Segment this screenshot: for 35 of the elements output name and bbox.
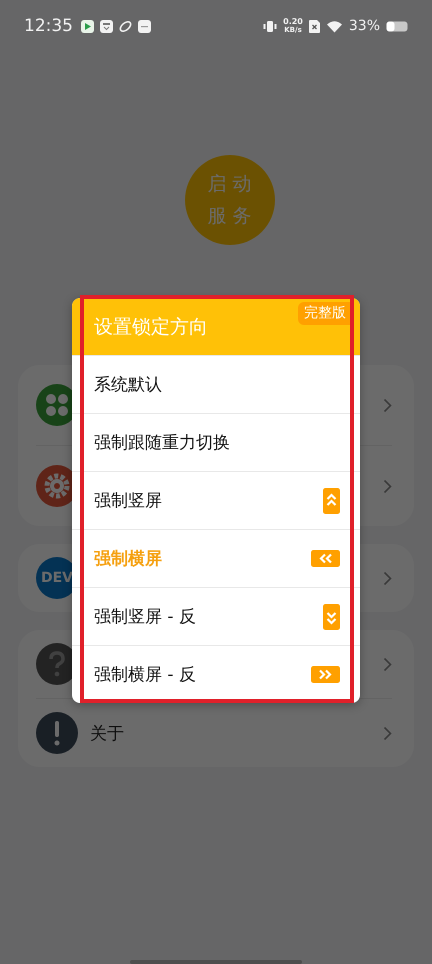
option-label: 系统默认 bbox=[94, 374, 162, 396]
chevron-icon bbox=[383, 398, 392, 412]
app-icon bbox=[81, 20, 94, 32]
battery-level: 33% bbox=[348, 18, 380, 34]
sim-icon bbox=[308, 20, 320, 32]
option-label: 强制横屏 - 反 bbox=[94, 664, 196, 686]
arrow-up-icon bbox=[323, 488, 340, 514]
clock: 12:35 bbox=[24, 16, 73, 36]
option-label: 强制竖屏 - 反 bbox=[94, 606, 196, 628]
network-speed: 0.20 bbox=[283, 18, 303, 26]
option-row[interactable]: 强制竖屏 - 反 bbox=[72, 587, 360, 645]
option-label: 强制跟随重力切换 bbox=[94, 432, 230, 454]
option-row[interactable]: 系统默认 bbox=[72, 355, 360, 413]
menu-item[interactable]: 关于 bbox=[90, 722, 124, 744]
arrow-right-icon bbox=[311, 666, 340, 683]
app-icon bbox=[138, 20, 151, 32]
vibrate-icon bbox=[263, 20, 278, 32]
option-row[interactable]: 强制跟随重力切换 bbox=[72, 413, 360, 471]
version-badge: 完整版 bbox=[298, 302, 350, 325]
battery-icon bbox=[386, 20, 408, 32]
option-label: 强制竖屏 bbox=[94, 490, 162, 512]
dialog-title: 设置锁定方向 bbox=[94, 314, 208, 340]
option-label: 强制横屏 bbox=[94, 548, 162, 570]
arrow-left-icon bbox=[311, 550, 340, 567]
arrow-down-icon bbox=[323, 604, 340, 630]
option-row[interactable]: 强制横屏 - 反 bbox=[72, 645, 360, 703]
chevron-icon bbox=[383, 478, 392, 494]
chevron-icon bbox=[383, 570, 392, 586]
leaf-icon bbox=[119, 20, 132, 32]
chevron-icon bbox=[383, 656, 392, 672]
option-row[interactable]: 强制竖屏 bbox=[72, 471, 360, 529]
exclamation-icon bbox=[36, 712, 78, 754]
app-icon bbox=[100, 20, 113, 32]
chevron-icon bbox=[383, 726, 392, 740]
wifi-icon bbox=[326, 20, 343, 32]
